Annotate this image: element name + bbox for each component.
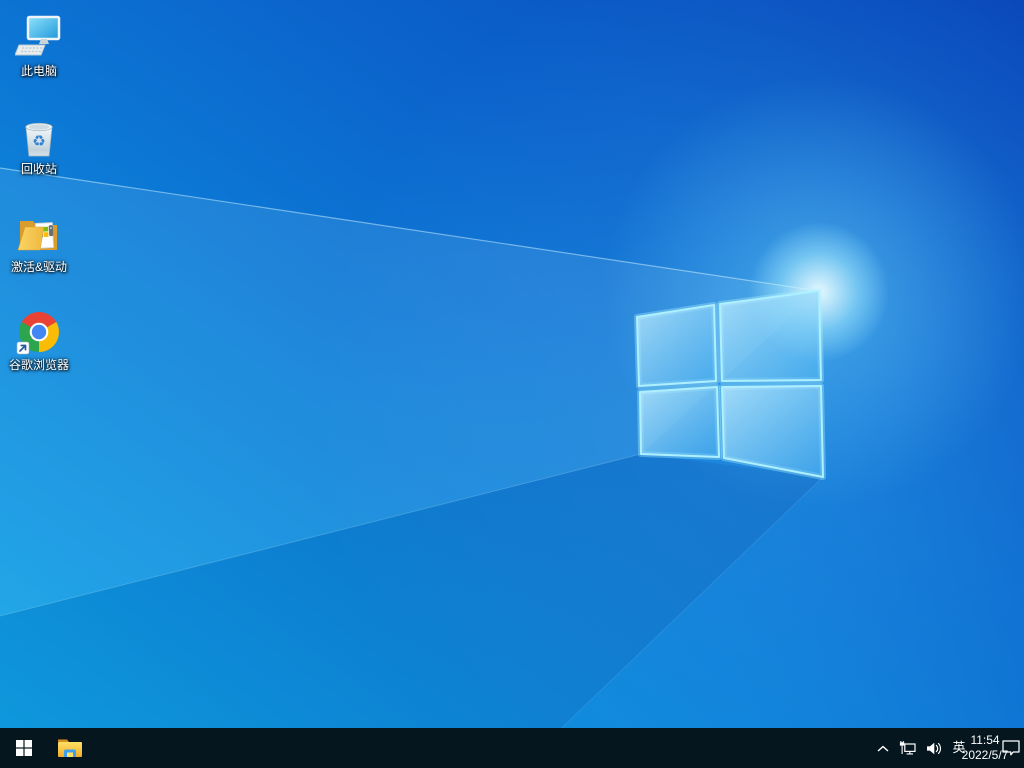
desktop-icons: 此电脑 ♻ 回收站 激活&驱动 谷歌浏览器 [2, 6, 76, 398]
chevron-up-icon [877, 745, 889, 752]
system-tray: 英 11:54 2022/5/7 [872, 728, 1024, 768]
google-chrome-icon [15, 308, 63, 356]
volume-button[interactable] [920, 728, 946, 768]
show-hidden-icons-button[interactable] [872, 728, 894, 768]
this-pc-icon [14, 14, 63, 62]
desktop-icon-recycle-bin[interactable]: ♻ 回收站 [2, 104, 76, 202]
icon-label-google-chrome: 谷歌浏览器 [8, 358, 69, 372]
desktop-wallpaper[interactable] [0, 0, 1024, 768]
action-center-button[interactable] [998, 728, 1024, 768]
taskbar-empty-area[interactable] [92, 728, 872, 768]
shortcut-arrow-badge [16, 341, 30, 355]
desktop-icon-activation-drivers[interactable]: 激活&驱动 [2, 202, 76, 300]
recycle-bin-icon: ♻ [15, 112, 63, 160]
desktop-icon-google-chrome[interactable]: 谷歌浏览器 [2, 300, 76, 398]
taskbar-clock[interactable]: 11:54 2022/5/7 [962, 728, 1009, 768]
svg-text:♻: ♻ [32, 132, 45, 150]
desktop-icon-this-pc[interactable]: 此电脑 [2, 6, 76, 104]
icon-label-activation-drivers: 激活&驱动 [10, 260, 67, 274]
icon-label-recycle-bin: 回收站 [20, 162, 57, 176]
file-explorer-icon [58, 739, 82, 757]
windows-logo [0, 167, 826, 768]
start-button[interactable] [0, 728, 48, 768]
windows-desktop-screen: 此电脑 ♻ 回收站 激活&驱动 谷歌浏览器 英 11:54 2022/5/7 [0, 0, 1024, 768]
icon-label-this-pc: 此电脑 [20, 64, 57, 78]
action-center-icon [1002, 740, 1020, 756]
clock-time: 11:54 [970, 733, 1000, 747]
ethernet-icon [899, 741, 916, 755]
file-explorer-button[interactable] [48, 728, 92, 768]
start-icon [16, 740, 32, 756]
network-status-button[interactable] [894, 728, 920, 768]
activation-drivers-folder-icon [15, 210, 63, 258]
taskbar: 英 11:54 2022/5/7 [0, 728, 1024, 768]
speaker-icon [926, 742, 941, 754]
